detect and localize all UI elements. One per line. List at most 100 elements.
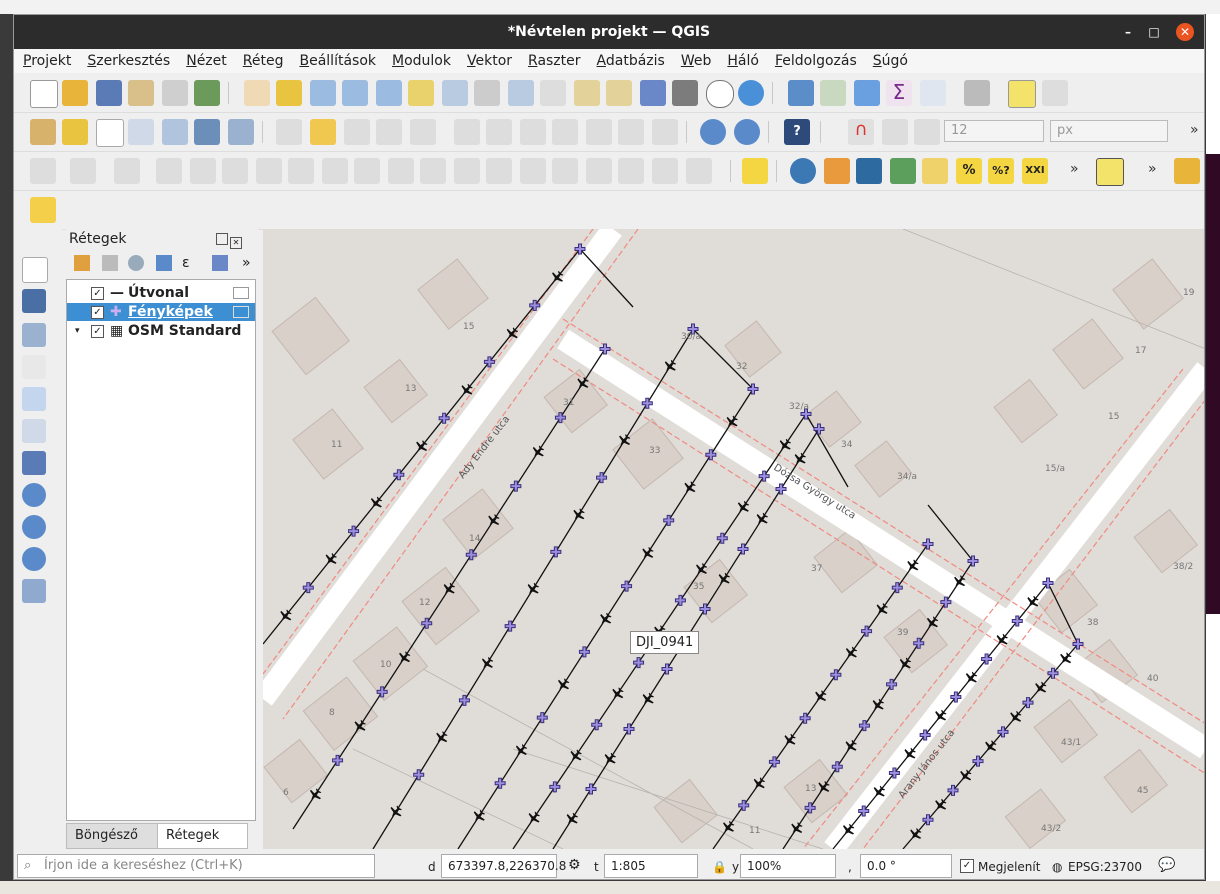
toolbar-overflow-icon[interactable]: » [1190, 122, 1199, 138]
locator-search-input[interactable]: Írjon ide a kereséshez (Ctrl+K) [17, 854, 375, 878]
crs-label[interactable]: EPSG:23700 [1068, 860, 1142, 874]
save-project-icon[interactable] [96, 80, 122, 106]
add-raster-layer-icon[interactable] [194, 119, 220, 145]
measure-line-icon[interactable] [964, 80, 990, 106]
rotation-field[interactable]: 0.0 ° [860, 854, 952, 878]
select-features-icon[interactable] [1096, 158, 1124, 186]
move-feature-icon[interactable] [114, 158, 140, 184]
plugin-percent-question-icon[interactable]: %? [988, 158, 1014, 184]
zoom-in-icon[interactable] [310, 80, 336, 106]
map-canvas[interactable]: Ady Endre utca Dózsa György utca Arany J… [263, 229, 1204, 849]
help-icon[interactable]: ? [784, 119, 810, 145]
plugin-xxi-icon[interactable]: XXI [1022, 158, 1048, 184]
expand-all-icon[interactable] [212, 255, 228, 271]
save-edits-icon[interactable] [344, 119, 370, 145]
menu-modulok[interactable]: Modulok [383, 53, 458, 69]
rotate-feature-icon[interactable] [156, 158, 182, 184]
expand-arrow-icon[interactable]: ▾ [75, 326, 80, 336]
undo-icon[interactable] [618, 119, 644, 145]
new-map-view-icon[interactable] [574, 80, 600, 106]
add-raster-icon[interactable] [22, 289, 46, 313]
reverse-line-icon[interactable] [454, 158, 480, 184]
modify-attributes-icon[interactable] [454, 119, 480, 145]
filter-expression-icon[interactable]: ε [182, 255, 190, 271]
add-spatialite-icon[interactable] [22, 387, 46, 411]
new-temporary-layer-icon[interactable] [162, 119, 188, 145]
delete-ring-icon[interactable] [322, 158, 348, 184]
menu-reteg[interactable]: Réteg [234, 53, 291, 69]
open-project-icon[interactable] [62, 80, 88, 106]
zoom-native-icon[interactable] [474, 80, 500, 106]
zoom-full-icon[interactable] [376, 80, 402, 106]
zoom-last-icon[interactable] [508, 80, 534, 106]
annotation-icon[interactable] [1042, 80, 1068, 106]
delete-part-icon[interactable] [354, 158, 380, 184]
layer-stack-icon[interactable] [1174, 158, 1200, 184]
plugin-tool-icon[interactable] [922, 158, 948, 184]
font-size-field[interactable]: 12 [944, 120, 1044, 142]
layer-checkbox[interactable]: ✓ [91, 324, 104, 338]
edit-pencil-disabled-icon[interactable] [276, 119, 302, 145]
offset-curve-icon[interactable] [420, 158, 446, 184]
layer-item-fenykepek[interactable]: ✓ ✚ Fényképek [67, 303, 255, 321]
tab-bongeszo[interactable]: Böngésző [66, 823, 158, 849]
add-mesh-icon[interactable] [22, 323, 46, 347]
add-part-icon[interactable] [256, 158, 282, 184]
menu-feldolgozas[interactable]: Feldolgozás [766, 53, 864, 69]
add-wfs-icon[interactable] [22, 547, 46, 571]
pan-icon[interactable] [244, 80, 270, 106]
menu-szerkesztes[interactable]: Szerkesztés [78, 53, 177, 69]
maximize-button[interactable]: □ [1145, 23, 1163, 41]
toolbox-icon[interactable] [854, 80, 880, 106]
python-console-icon[interactable] [790, 158, 816, 184]
merge-features-icon[interactable] [552, 158, 578, 184]
crs-globe-icon[interactable]: ◍ [1052, 860, 1062, 874]
snapping-magnet-icon[interactable]: ∩ [848, 119, 874, 145]
add-wms-icon[interactable] [22, 483, 46, 507]
menu-raszter[interactable]: Raszter [519, 53, 588, 69]
toggle-editing-icon[interactable] [310, 119, 336, 145]
snapping-options-icon[interactable] [914, 119, 940, 145]
close-button[interactable]: ✕ [1176, 23, 1194, 41]
scale-combo[interactable]: 1:805 [604, 854, 698, 878]
manage-visibility-icon[interactable] [128, 255, 144, 271]
add-group-icon[interactable] [102, 255, 118, 271]
rotate-point-symbols-icon[interactable] [618, 158, 644, 184]
copy-icon[interactable] [552, 119, 578, 145]
shape-digitize-icon[interactable] [30, 197, 56, 223]
vertex-tool-icon[interactable] [410, 119, 436, 145]
select-tools-icon[interactable] [70, 158, 96, 184]
menu-halo[interactable]: Háló [718, 53, 766, 69]
layout-manager-icon[interactable] [162, 80, 188, 106]
wfs-layer-icon[interactable] [734, 119, 760, 145]
merge-attributes-icon[interactable] [586, 158, 612, 184]
plugin-table-icon[interactable] [890, 158, 916, 184]
simplify-icon[interactable] [190, 158, 216, 184]
font-unit-select[interactable]: px [1050, 120, 1168, 142]
coordinate-toggle-icon[interactable]: ⚙ [568, 857, 581, 873]
menu-sugo[interactable]: Súgó [864, 53, 915, 69]
add-delimited-text-icon[interactable] [22, 355, 46, 379]
snapping-mode-icon[interactable] [882, 119, 908, 145]
split-parts-icon[interactable] [520, 158, 546, 184]
menu-vektor[interactable]: Vektor [458, 53, 519, 69]
fill-ring-icon[interactable] [288, 158, 314, 184]
filter-legend-icon[interactable] [156, 255, 172, 271]
style-manager-icon[interactable] [194, 80, 220, 106]
reshape-icon[interactable] [388, 158, 414, 184]
layer-indicator-icon[interactable] [233, 287, 249, 299]
layer-indicator-icon[interactable] [233, 306, 249, 318]
new-3d-view-icon[interactable] [606, 80, 632, 106]
toolbar-overflow-icon-3[interactable]: » [1148, 161, 1157, 177]
coordinate-field[interactable]: 673397.8,226370.8 [441, 854, 566, 878]
new-project-icon[interactable] [30, 80, 58, 108]
plugin-person-icon[interactable] [824, 158, 850, 184]
digitize-icon[interactable] [128, 119, 154, 145]
toolbar-overflow-icon-2[interactable]: » [1070, 161, 1079, 177]
temporal-controller-icon[interactable] [706, 80, 734, 108]
new-layer-icon[interactable] [22, 579, 46, 603]
menu-projekt[interactable]: Projekt [14, 53, 78, 69]
layer-checkbox[interactable]: ✓ [91, 286, 104, 300]
show-bookmarks-icon[interactable] [672, 80, 698, 106]
layer-item-utvonal[interactable]: ✓ — Útvonal [67, 284, 255, 302]
